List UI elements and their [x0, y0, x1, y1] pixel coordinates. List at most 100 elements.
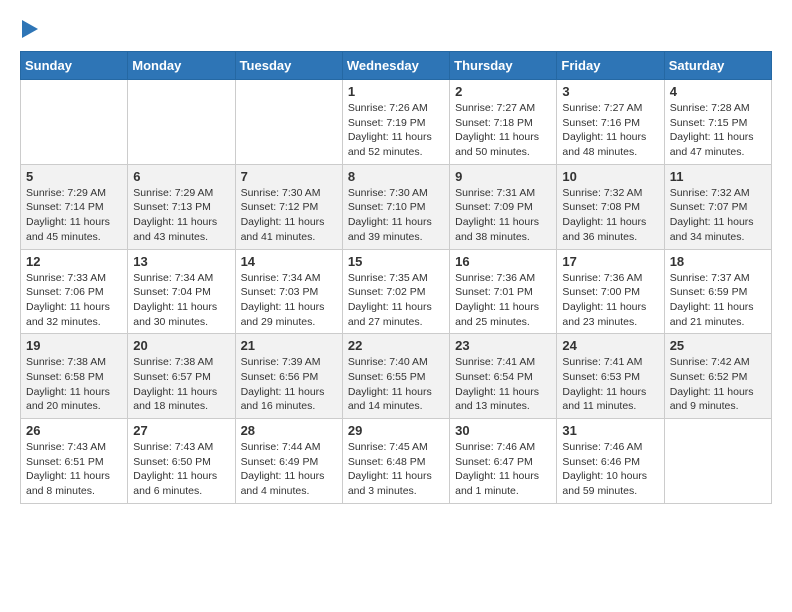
day-info: Sunrise: 7:32 AM Sunset: 7:07 PM Dayligh…: [670, 186, 766, 245]
day-info: Sunrise: 7:28 AM Sunset: 7:15 PM Dayligh…: [670, 101, 766, 160]
day-info: Sunrise: 7:34 AM Sunset: 7:03 PM Dayligh…: [241, 271, 337, 330]
calendar-cell: 31Sunrise: 7:46 AM Sunset: 6:46 PM Dayli…: [557, 419, 664, 504]
calendar-cell: 19 Sunrise: 7:38 AM Sunset: 6:58 PM Dayli…: [21, 334, 128, 419]
calendar-cell: 14 Sunrise: 7:34 AM Sunset: 7:03 PM Dayli…: [235, 249, 342, 334]
day-info: Sunrise: 7:46 AM Sunset: 6:47 PM Dayligh…: [455, 440, 551, 499]
day-number: 14: [241, 254, 337, 269]
day-info: Sunrise: 7:44 AM Sunset: 6:49 PM Dayligh…: [241, 440, 337, 499]
calendar-cell: 13 Sunrise: 7:34 AM Sunset: 7:04 PM Dayli…: [128, 249, 235, 334]
day-number: 21: [241, 338, 337, 353]
day-number: 19: [26, 338, 122, 353]
calendar-cell: 17 Sunrise: 7:36 AM Sunset: 7:00 PM Dayli…: [557, 249, 664, 334]
day-info: Sunrise: 7:27 AM Sunset: 7:18 PM Dayligh…: [455, 101, 551, 160]
calendar-cell: 25 Sunrise: 7:42 AM Sunset: 6:52 PM Dayli…: [664, 334, 771, 419]
day-number: 8: [348, 169, 444, 184]
day-number: 30: [455, 423, 551, 438]
calendar-cell: 23 Sunrise: 7:41 AM Sunset: 6:54 PM Dayli…: [450, 334, 557, 419]
calendar-cell: 21 Sunrise: 7:39 AM Sunset: 6:56 PM Dayli…: [235, 334, 342, 419]
day-of-week-header: Sunday: [21, 52, 128, 80]
logo-arrow-icon: [22, 20, 38, 38]
day-info: Sunrise: 7:41 AM Sunset: 6:53 PM Dayligh…: [562, 355, 658, 414]
day-info: Sunrise: 7:46 AM Sunset: 6:46 PM Dayligh…: [562, 440, 658, 499]
day-number: 22: [348, 338, 444, 353]
day-info: Sunrise: 7:39 AM Sunset: 6:56 PM Dayligh…: [241, 355, 337, 414]
calendar-cell: 10 Sunrise: 7:32 AM Sunset: 7:08 PM Dayli…: [557, 164, 664, 249]
day-info: Sunrise: 7:38 AM Sunset: 6:57 PM Dayligh…: [133, 355, 229, 414]
day-of-week-header: Wednesday: [342, 52, 449, 80]
calendar-week-row: 1Sunrise: 7:26 AM Sunset: 7:19 PM Daylig…: [21, 80, 772, 165]
calendar-cell: 3 Sunrise: 7:27 AM Sunset: 7:16 PM Daylig…: [557, 80, 664, 165]
calendar-cell: 2 Sunrise: 7:27 AM Sunset: 7:18 PM Daylig…: [450, 80, 557, 165]
day-of-week-header: Monday: [128, 52, 235, 80]
day-info: Sunrise: 7:26 AM Sunset: 7:19 PM Dayligh…: [348, 101, 444, 160]
day-number: 15: [348, 254, 444, 269]
day-info: Sunrise: 7:43 AM Sunset: 6:50 PM Dayligh…: [133, 440, 229, 499]
day-info: Sunrise: 7:43 AM Sunset: 6:51 PM Dayligh…: [26, 440, 122, 499]
calendar-cell: 28 Sunrise: 7:44 AM Sunset: 6:49 PM Dayli…: [235, 419, 342, 504]
calendar-cell: 11 Sunrise: 7:32 AM Sunset: 7:07 PM Dayli…: [664, 164, 771, 249]
day-of-week-header: Saturday: [664, 52, 771, 80]
day-number: 18: [670, 254, 766, 269]
day-of-week-header: Tuesday: [235, 52, 342, 80]
day-info: Sunrise: 7:42 AM Sunset: 6:52 PM Dayligh…: [670, 355, 766, 414]
day-number: 4: [670, 84, 766, 99]
day-number: 12: [26, 254, 122, 269]
logo: [20, 20, 38, 35]
page-header: [20, 20, 772, 35]
day-number: 20: [133, 338, 229, 353]
day-number: 17: [562, 254, 658, 269]
calendar-cell: 15 Sunrise: 7:35 AM Sunset: 7:02 PM Dayli…: [342, 249, 449, 334]
calendar-cell: 27 Sunrise: 7:43 AM Sunset: 6:50 PM Dayli…: [128, 419, 235, 504]
day-info: Sunrise: 7:36 AM Sunset: 7:01 PM Dayligh…: [455, 271, 551, 330]
day-info: Sunrise: 7:40 AM Sunset: 6:55 PM Dayligh…: [348, 355, 444, 414]
calendar-cell: [128, 80, 235, 165]
day-info: Sunrise: 7:32 AM Sunset: 7:08 PM Dayligh…: [562, 186, 658, 245]
day-number: 13: [133, 254, 229, 269]
day-info: Sunrise: 7:33 AM Sunset: 7:06 PM Dayligh…: [26, 271, 122, 330]
day-number: 26: [26, 423, 122, 438]
day-info: Sunrise: 7:27 AM Sunset: 7:16 PM Dayligh…: [562, 101, 658, 160]
day-number: 7: [241, 169, 337, 184]
day-number: 27: [133, 423, 229, 438]
day-info: Sunrise: 7:35 AM Sunset: 7:02 PM Dayligh…: [348, 271, 444, 330]
day-info: Sunrise: 7:30 AM Sunset: 7:10 PM Dayligh…: [348, 186, 444, 245]
day-info: Sunrise: 7:41 AM Sunset: 6:54 PM Dayligh…: [455, 355, 551, 414]
day-of-week-header: Friday: [557, 52, 664, 80]
calendar-cell: 20 Sunrise: 7:38 AM Sunset: 6:57 PM Dayli…: [128, 334, 235, 419]
day-info: Sunrise: 7:38 AM Sunset: 6:58 PM Dayligh…: [26, 355, 122, 414]
calendar-cell: [21, 80, 128, 165]
day-number: 16: [455, 254, 551, 269]
calendar-header-row: SundayMondayTuesdayWednesdayThursdayFrid…: [21, 52, 772, 80]
calendar-cell: 7Sunrise: 7:30 AM Sunset: 7:12 PM Daylig…: [235, 164, 342, 249]
day-number: 6: [133, 169, 229, 184]
day-number: 25: [670, 338, 766, 353]
day-number: 10: [562, 169, 658, 184]
calendar-cell: 24 Sunrise: 7:41 AM Sunset: 6:53 PM Dayli…: [557, 334, 664, 419]
day-number: 9: [455, 169, 551, 184]
day-number: 5: [26, 169, 122, 184]
day-number: 24: [562, 338, 658, 353]
day-number: 28: [241, 423, 337, 438]
calendar-cell: 1Sunrise: 7:26 AM Sunset: 7:19 PM Daylig…: [342, 80, 449, 165]
day-number: 11: [670, 169, 766, 184]
calendar-cell: 5 Sunrise: 7:29 AM Sunset: 7:14 PM Daylig…: [21, 164, 128, 249]
calendar-cell: 29 Sunrise: 7:45 AM Sunset: 6:48 PM Dayli…: [342, 419, 449, 504]
calendar-cell: 16 Sunrise: 7:36 AM Sunset: 7:01 PM Dayli…: [450, 249, 557, 334]
day-number: 3: [562, 84, 658, 99]
day-number: 29: [348, 423, 444, 438]
calendar-cell: 8 Sunrise: 7:30 AM Sunset: 7:10 PM Daylig…: [342, 164, 449, 249]
day-info: Sunrise: 7:34 AM Sunset: 7:04 PM Dayligh…: [133, 271, 229, 330]
calendar-cell: 12 Sunrise: 7:33 AM Sunset: 7:06 PM Dayli…: [21, 249, 128, 334]
calendar-cell: 18Sunrise: 7:37 AM Sunset: 6:59 PM Dayli…: [664, 249, 771, 334]
day-info: Sunrise: 7:36 AM Sunset: 7:00 PM Dayligh…: [562, 271, 658, 330]
day-number: 23: [455, 338, 551, 353]
day-info: Sunrise: 7:29 AM Sunset: 7:14 PM Dayligh…: [26, 186, 122, 245]
day-number: 2: [455, 84, 551, 99]
calendar-week-row: 12 Sunrise: 7:33 AM Sunset: 7:06 PM Dayli…: [21, 249, 772, 334]
day-info: Sunrise: 7:31 AM Sunset: 7:09 PM Dayligh…: [455, 186, 551, 245]
calendar-cell: 22 Sunrise: 7:40 AM Sunset: 6:55 PM Dayli…: [342, 334, 449, 419]
calendar-cell: 4 Sunrise: 7:28 AM Sunset: 7:15 PM Daylig…: [664, 80, 771, 165]
calendar-week-row: 19 Sunrise: 7:38 AM Sunset: 6:58 PM Dayli…: [21, 334, 772, 419]
calendar-cell: [235, 80, 342, 165]
day-info: Sunrise: 7:45 AM Sunset: 6:48 PM Dayligh…: [348, 440, 444, 499]
